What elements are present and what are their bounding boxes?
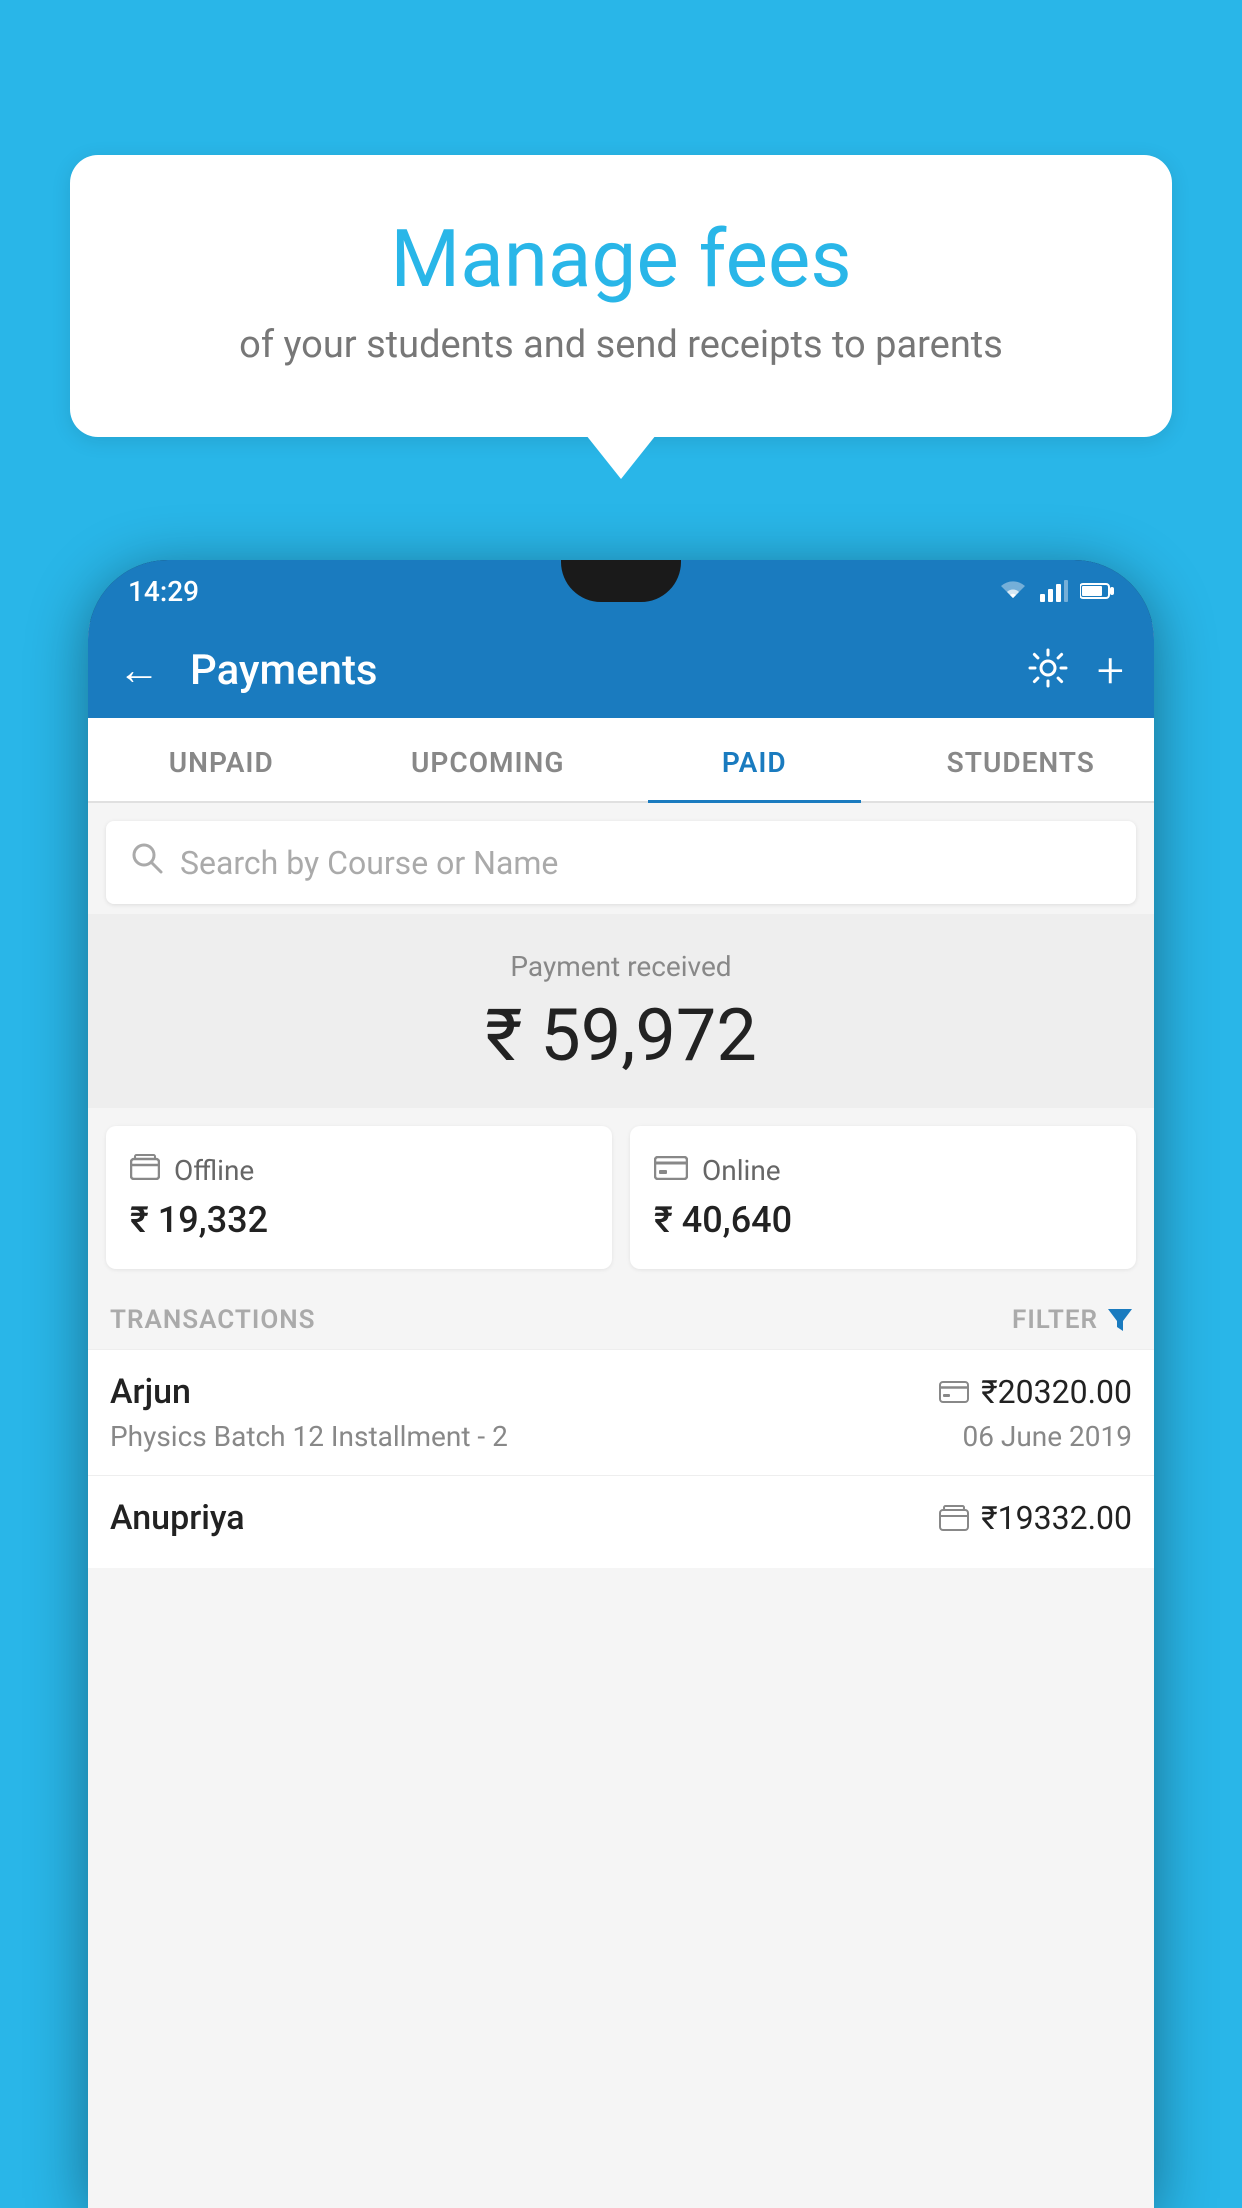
speech-bubble: Manage fees of your students and send re…	[70, 155, 1172, 437]
status-icons	[998, 580, 1114, 602]
tab-paid[interactable]: PAID	[621, 718, 888, 801]
transaction-date: 06 June 2019	[962, 1420, 1132, 1453]
bubble-title: Manage fees	[120, 215, 1122, 303]
transaction-amount: ₹19332.00	[981, 1499, 1132, 1537]
payment-received-label: Payment received	[108, 950, 1134, 983]
offline-card-label: Offline	[174, 1154, 254, 1187]
filter-icon	[1108, 1309, 1132, 1331]
app-header: ← Payments +	[88, 622, 1154, 718]
transactions-header: TRANSACTIONS FILTER	[88, 1287, 1154, 1349]
status-time: 14:29	[128, 575, 199, 608]
transaction-bottom: Physics Batch 12 Installment - 2 06 June…	[110, 1420, 1132, 1453]
page-title: Payments	[190, 646, 1005, 695]
online-card: Online ₹ 40,640	[630, 1126, 1136, 1269]
payment-received-amount: ₹ 59,972	[108, 993, 1134, 1078]
transaction-amount-wrap: ₹19332.00	[939, 1499, 1132, 1537]
transaction-name: Anupriya	[110, 1498, 245, 1538]
search-bar[interactable]: Search by Course or Name	[106, 821, 1136, 904]
search-placeholder: Search by Course or Name	[180, 844, 558, 882]
transaction-course: Physics Batch 12 Installment - 2	[110, 1420, 508, 1453]
filter-label: FILTER	[1012, 1305, 1098, 1335]
header-actions: +	[1025, 642, 1124, 699]
tabs-bar: UNPAID UPCOMING PAID STUDENTS	[88, 718, 1154, 803]
status-bar: 14:29	[88, 560, 1154, 622]
online-payment-icon	[939, 1381, 969, 1403]
filter-button[interactable]: FILTER	[1012, 1305, 1132, 1335]
gear-icon	[1025, 645, 1071, 691]
tab-students[interactable]: STUDENTS	[888, 718, 1155, 801]
tab-unpaid[interactable]: UNPAID	[88, 718, 355, 801]
transaction-amount: ₹20320.00	[981, 1373, 1132, 1411]
phone-frame: 14:29	[88, 560, 1154, 2208]
tab-upcoming[interactable]: UPCOMING	[355, 718, 622, 801]
transaction-row[interactable]: Anupriya ₹19332.00	[88, 1475, 1154, 1568]
offline-card: Offline ₹ 19,332	[106, 1126, 612, 1269]
wifi-icon	[998, 580, 1028, 602]
transaction-row[interactable]: Arjun ₹20320.00 Physics Batch 12 Install…	[88, 1349, 1154, 1475]
online-card-label: Online	[702, 1154, 781, 1187]
payment-cards: Offline ₹ 19,332 Online ₹ 40,640	[88, 1108, 1154, 1287]
back-button[interactable]: ←	[118, 646, 160, 695]
online-icon	[654, 1154, 688, 1187]
offline-icon	[130, 1154, 160, 1187]
online-card-header: Online	[654, 1154, 1112, 1187]
bubble-subtitle: of your students and send receipts to pa…	[120, 323, 1122, 367]
offline-card-amount: ₹ 19,332	[130, 1199, 588, 1241]
app-content: ← Payments + UNPAID UPCOMING PAID STUDEN…	[88, 622, 1154, 2208]
transaction-top: Arjun ₹20320.00	[110, 1372, 1132, 1412]
transaction-amount-wrap: ₹20320.00	[939, 1373, 1132, 1411]
settings-button[interactable]	[1025, 645, 1071, 695]
offline-payment-icon	[939, 1505, 969, 1531]
battery-icon	[1080, 582, 1114, 600]
signal-icon	[1040, 580, 1068, 602]
search-icon	[130, 841, 164, 884]
transaction-top: Anupriya ₹19332.00	[110, 1498, 1132, 1538]
transaction-name: Arjun	[110, 1372, 191, 1412]
phone-notch	[561, 560, 681, 602]
offline-card-header: Offline	[130, 1154, 588, 1187]
online-card-amount: ₹ 40,640	[654, 1199, 1112, 1241]
transactions-label: TRANSACTIONS	[110, 1305, 316, 1335]
add-button[interactable]: +	[1097, 642, 1124, 699]
payment-received-section: Payment received ₹ 59,972	[88, 914, 1154, 1108]
